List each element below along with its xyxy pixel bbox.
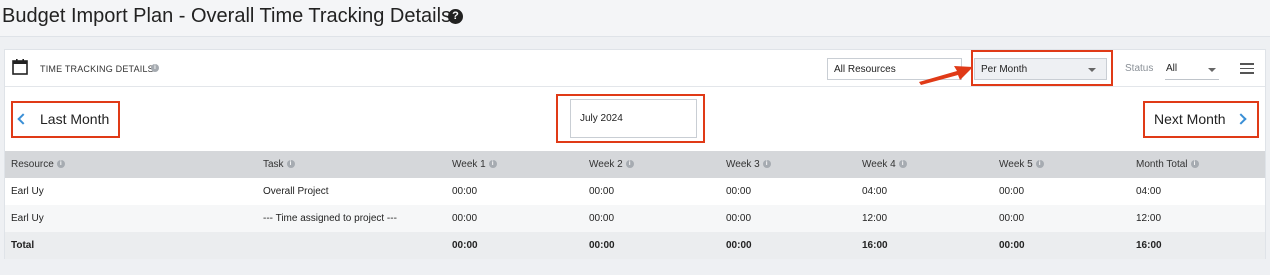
info-icon: i: [625, 160, 634, 169]
arrow-annotation: [919, 66, 973, 85]
column-header-resource[interactable]: Resource i: [5, 151, 257, 178]
time-tracking-card: TIME TRACKING DETAILS i All Resources Pe…: [4, 49, 1266, 259]
page-header: Budget Import Plan - Overall Time Tracki…: [0, 0, 1270, 37]
cell-week-5: 00:00: [999, 186, 1025, 197]
page-title: Budget Import Plan - Overall Time Tracki…: [2, 5, 452, 27]
column-header-task[interactable]: Task i: [257, 151, 446, 178]
cell-task: Overall Project: [263, 186, 329, 197]
period-select-highlight: [971, 50, 1113, 86]
table-row: Earl Uy Overall Project 00:00 00:00 00:0…: [5, 178, 1265, 205]
column-header-week-4[interactable]: Week 4i: [856, 151, 993, 178]
current-period-field[interactable]: July 2024: [570, 99, 697, 138]
info-icon: i: [1035, 160, 1044, 169]
cell-week-2: 00:00: [589, 213, 615, 224]
chevron-left-icon: [17, 113, 29, 125]
total-week-3: 00:00: [726, 240, 752, 251]
info-icon: i: [762, 160, 771, 169]
info-icon: i: [1190, 160, 1199, 169]
info-icon: i: [488, 160, 497, 169]
hamburger-menu-icon[interactable]: [1240, 63, 1254, 74]
total-row: Total 00:00 00:00 00:00 16:00 00:00 16:0…: [5, 232, 1265, 259]
status-select-value: All: [1166, 63, 1178, 74]
total-month: 16:00: [1136, 240, 1162, 251]
cell-week-3: 00:00: [726, 213, 752, 224]
cell-task: --- Time assigned to project ---: [263, 213, 397, 224]
cell-month-total: 04:00: [1136, 186, 1162, 197]
cell-resource: Earl Uy: [11, 213, 44, 224]
total-week-2: 00:00: [589, 240, 615, 251]
cell-month-total: 12:00: [1136, 213, 1162, 224]
calendar-icon: [12, 59, 28, 75]
table-row: Earl Uy --- Time assigned to project ---…: [5, 205, 1265, 232]
time-tracking-table: Resource i Task i Week 1i Week 2i Week 3i …: [5, 151, 1265, 259]
column-header-week-5[interactable]: Week 5i: [993, 151, 1130, 178]
status-select[interactable]: All: [1165, 58, 1219, 80]
cell-week-1: 00:00: [452, 213, 478, 224]
cell-week-4: 04:00: [862, 186, 888, 197]
info-icon[interactable]: i: [151, 64, 159, 72]
card-toolbar: TIME TRACKING DETAILS i All Resources Pe…: [5, 50, 1265, 87]
next-month-button[interactable]: Next Month: [1145, 103, 1257, 136]
total-week-1: 00:00: [452, 240, 478, 251]
table-header-row: Resource i Task i Week 1i Week 2i Week 3i …: [5, 151, 1265, 178]
last-month-label: Last Month: [40, 111, 110, 127]
column-header-week-3[interactable]: Week 3i: [720, 151, 856, 178]
column-header-month-total[interactable]: Month Total i: [1130, 151, 1265, 178]
column-header-week-2[interactable]: Week 2i: [583, 151, 720, 178]
cell-task: [257, 232, 446, 259]
total-week-4: 16:00: [862, 240, 888, 251]
cell-week-2: 00:00: [589, 186, 615, 197]
info-icon: i: [286, 160, 295, 169]
question-circle-icon[interactable]: ?: [448, 9, 463, 24]
last-month-button[interactable]: Last Month: [13, 103, 118, 136]
chevron-right-icon: [1235, 113, 1247, 125]
cell-week-5: 00:00: [999, 213, 1025, 224]
period-navigation: Last Month July 2024 Next Month: [5, 87, 1265, 151]
info-icon: i: [898, 160, 907, 169]
column-header-week-1[interactable]: Week 1i: [446, 151, 583, 178]
cell-week-1: 00:00: [452, 186, 478, 197]
chevron-down-icon: [1208, 68, 1216, 72]
total-label: Total: [11, 240, 35, 251]
card-title: TIME TRACKING DETAILS: [40, 64, 154, 74]
cell-week-3: 00:00: [726, 186, 752, 197]
next-month-label: Next Month: [1154, 111, 1226, 127]
cell-week-4: 12:00: [862, 213, 888, 224]
total-week-5: 00:00: [999, 240, 1025, 251]
cell-resource: Earl Uy: [11, 186, 44, 197]
info-icon: i: [56, 160, 65, 169]
status-label: Status: [1125, 63, 1154, 74]
